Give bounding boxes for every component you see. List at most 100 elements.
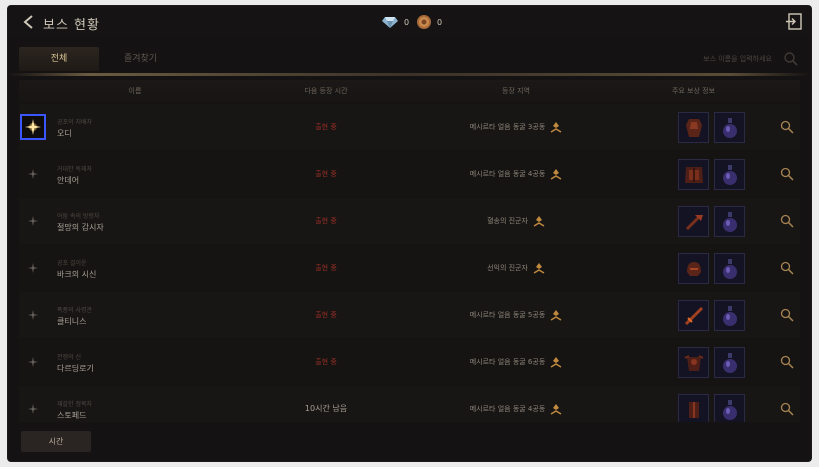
search-box xyxy=(628,48,803,70)
next-spawn-status: 출현 중 xyxy=(315,217,337,225)
reward-slot-weapon[interactable] xyxy=(678,206,709,237)
reward-slot-helmet[interactable] xyxy=(678,253,709,284)
boss-title: 공포의 지배자 xyxy=(57,119,93,126)
teleport-icon[interactable] xyxy=(533,215,545,227)
reward-slot-potion[interactable] xyxy=(714,159,745,190)
reward-slot-armor[interactable] xyxy=(678,347,709,378)
tab-favorites[interactable]: 즐겨찾기 xyxy=(103,47,178,71)
reward-slot-potion[interactable] xyxy=(714,347,745,378)
star-icon xyxy=(28,263,38,273)
reward-slot-potion[interactable] xyxy=(714,300,745,331)
boss-icon-selected[interactable] xyxy=(20,114,46,140)
boss-icon[interactable] xyxy=(20,161,46,187)
teleport-icon[interactable] xyxy=(533,262,545,274)
boss-title: 어둠 속의 방랑자 xyxy=(57,213,100,220)
armor-icon xyxy=(685,118,702,137)
column-header-name: 이름 xyxy=(128,87,142,95)
spawn-location: 선익의 진군자 xyxy=(401,245,631,291)
search-input[interactable] xyxy=(628,48,778,70)
potion-icon xyxy=(722,211,737,232)
tab-bar: 전체 즐겨찾기 xyxy=(8,42,811,78)
boss-icon[interactable] xyxy=(20,349,46,375)
next-spawn-status: 출현 중 xyxy=(315,123,337,131)
boss-icon[interactable] xyxy=(20,302,46,328)
search-icon[interactable] xyxy=(780,214,794,228)
location-text: 메시르타 얼음 동굴 4공동 xyxy=(469,405,546,413)
reward-slot-potion[interactable] xyxy=(714,253,745,284)
diamond-count: 0 xyxy=(404,17,410,27)
next-spawn-status: 출현 중 xyxy=(315,264,337,272)
boss-row[interactable]: 공포의 지배자 오디 출현 중 메시르타 얼음 동굴 3공동 xyxy=(19,104,800,150)
spawn-location: 혈송의 진군자 xyxy=(401,198,631,244)
search-icon[interactable] xyxy=(783,51,799,67)
spawn-location: 메시르타 얼음 동굴 5공동 xyxy=(401,292,631,338)
teleport-icon[interactable] xyxy=(550,403,562,415)
header-bar: 보스 현황 0 0 xyxy=(8,6,811,38)
boss-name: 절망의 감시자 xyxy=(57,223,104,232)
boss-title: 폭풍의 사령관 xyxy=(57,307,93,314)
armor-icon xyxy=(688,401,699,418)
search-icon[interactable] xyxy=(780,261,794,275)
star-icon xyxy=(28,169,38,179)
reward-slot-armor[interactable] xyxy=(678,394,709,422)
spawn-location: 메시르타 얼음 동굴 4공동 xyxy=(401,386,631,422)
back-arrow-icon[interactable] xyxy=(22,14,36,30)
boss-name: 오디 xyxy=(57,129,72,138)
search-icon[interactable] xyxy=(780,167,794,181)
column-header-rewards: 주요 보상 정보 xyxy=(671,87,716,95)
boss-title: 재갈한 정복자 xyxy=(57,401,93,408)
star-icon xyxy=(28,357,38,367)
search-icon[interactable] xyxy=(780,308,794,322)
teleport-icon[interactable] xyxy=(550,356,562,368)
diamond-currency: 0 xyxy=(381,12,409,32)
weapon-icon xyxy=(685,214,703,230)
sword-icon xyxy=(684,306,703,325)
reward-slot-potion[interactable] xyxy=(714,112,745,143)
location-text: 메시르타 얼음 동굴 5공동 xyxy=(469,311,546,319)
potion-icon xyxy=(722,164,737,185)
boss-name: 클티니스 xyxy=(57,317,87,326)
potion-icon xyxy=(722,305,737,326)
teleport-icon[interactable] xyxy=(550,309,562,321)
boss-row[interactable]: 어둠 속의 방랑자 절망의 감시자 출현 중 혈송의 진군자 xyxy=(19,198,800,244)
spawn-location: 메시르타 얼음 동굴 4공동 xyxy=(401,151,631,197)
diamond-icon xyxy=(382,17,398,28)
next-spawn-status: 출현 중 xyxy=(315,170,337,178)
boss-row[interactable]: 재갈한 정복자 스토페드 10시간 남음 메시르타 얼음 동굴 4공동 xyxy=(19,386,800,422)
boss-row[interactable]: 공포 걸이운 바크의 시신 출현 중 선익의 진군자 xyxy=(19,245,800,291)
helmet-icon xyxy=(686,261,701,276)
coin-count: 0 xyxy=(437,17,443,27)
location-text: 혈송의 진군자 xyxy=(487,217,528,225)
location-text: 메시르타 얼음 동굴 3공동 xyxy=(469,123,546,131)
boss-title: 공포 걸이운 xyxy=(57,260,87,267)
search-icon[interactable] xyxy=(780,355,794,369)
next-spawn-status: 출현 중 xyxy=(315,311,337,319)
potion-icon xyxy=(722,117,737,138)
star-icon xyxy=(28,404,38,414)
page-title: 보스 현황 xyxy=(43,18,100,33)
boss-status-window: 보스 현황 0 0 전체 즐겨찾기 보스 이름을 입력하세요 이름 다음 등장 … xyxy=(8,6,811,461)
boss-icon[interactable] xyxy=(20,255,46,281)
boss-row[interactable]: 폭풍의 사령관 클티니스 출현 중 메시르타 얼음 동굴 5공동 xyxy=(19,292,800,338)
reward-slot-potion[interactable] xyxy=(714,394,745,422)
search-icon[interactable] xyxy=(780,402,794,416)
boss-row[interactable]: 거대한 독재자 안데어 출현 중 메시르타 얼음 동굴 4공동 xyxy=(19,151,800,197)
boss-row[interactable]: 전쟁의 신 다르딩로기 출현 중 메시르타 얼음 동굴 6공동 xyxy=(19,339,800,385)
search-icon[interactable] xyxy=(780,120,794,134)
teleport-icon[interactable] xyxy=(550,121,562,133)
reward-slot-potion[interactable] xyxy=(714,206,745,237)
reward-slot-weapon[interactable] xyxy=(678,300,709,331)
boss-title: 거대한 독재자 xyxy=(57,166,93,173)
reward-slot-armor[interactable] xyxy=(678,112,709,143)
boss-name: 바크의 시신 xyxy=(57,270,97,279)
teleport-icon[interactable] xyxy=(550,168,562,180)
boss-icon[interactable] xyxy=(20,396,46,422)
reward-slot-armor[interactable] xyxy=(678,159,709,190)
exit-icon[interactable] xyxy=(786,13,802,30)
tab-all[interactable]: 전체 xyxy=(19,47,99,71)
spawn-location: 메시르타 얼음 동굴 6공동 xyxy=(401,339,631,385)
boss-name: 스토페드 xyxy=(57,411,87,420)
boss-icon[interactable] xyxy=(20,208,46,234)
location-text: 메시르타 얼음 동굴 6공동 xyxy=(469,358,546,366)
sort-by-time-button[interactable]: 시간 xyxy=(21,431,91,452)
